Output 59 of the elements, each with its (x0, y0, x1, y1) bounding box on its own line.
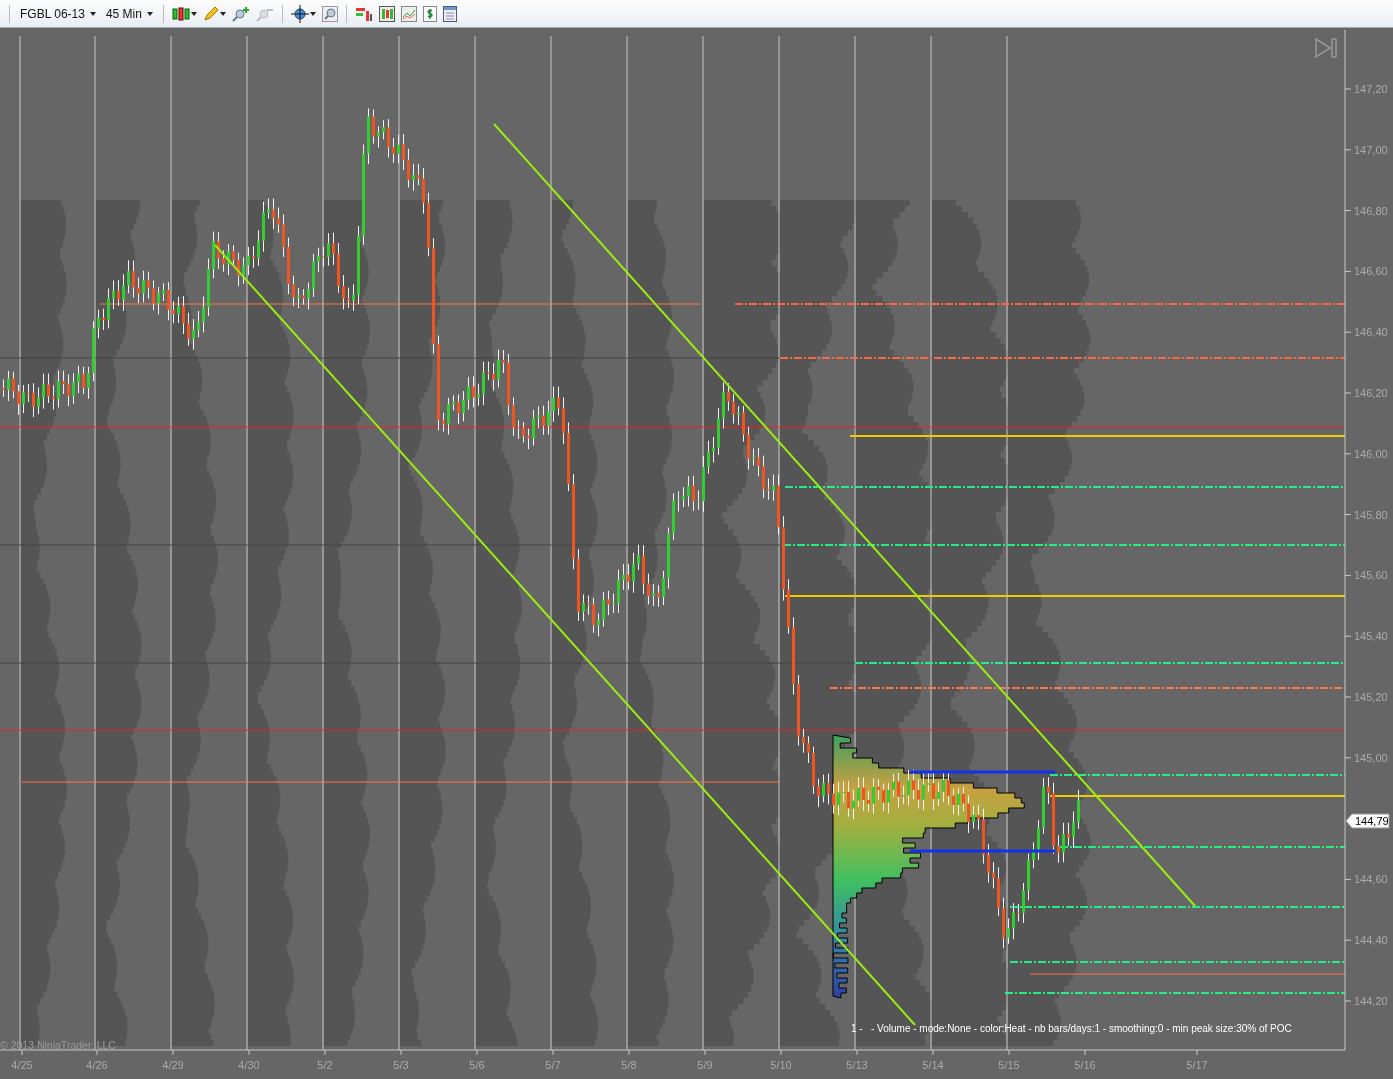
price-tick-label: 145,40 (1354, 630, 1388, 643)
crosshair-icon (290, 4, 309, 23)
price-tick-label: 145,80 (1354, 508, 1388, 521)
price-tick-label: 146,60 (1354, 265, 1388, 278)
document-icon (442, 5, 457, 22)
time-tick-label: 4/26 (86, 1059, 108, 1071)
time-tick-label: 5/3 (393, 1059, 409, 1071)
time-tick-label: 5/16 (1074, 1059, 1096, 1071)
line-chart-button[interactable] (399, 4, 418, 23)
time-tick-label: 5/10 (770, 1059, 792, 1071)
time-tick-label: 5/8 (621, 1059, 637, 1071)
time-tick-label: 5/7 (545, 1059, 561, 1071)
orders-button[interactable] (421, 4, 438, 23)
zoom-box-button[interactable] (320, 4, 339, 23)
time-tick-label: 4/29 (162, 1059, 184, 1071)
strategies-button[interactable] (377, 4, 396, 23)
chart-style-button[interactable] (170, 4, 198, 23)
time-tick-label: 5/14 (922, 1059, 944, 1071)
caret-icon (190, 11, 197, 16)
price-tick-label: 144,20 (1354, 995, 1388, 1007)
price-tick-label: 147,00 (1354, 143, 1388, 156)
time-tick-label: 5/6 (469, 1059, 485, 1071)
properties-button[interactable] (441, 4, 458, 23)
bars-icon (354, 5, 373, 22)
dollar-icon (422, 5, 437, 22)
time-tick-label: 5/13 (846, 1059, 868, 1071)
zoom-in-button[interactable] (230, 4, 251, 23)
indicator-label: 1 - - Volume - mode:None - color:Heat - nb bars/days:1 - smoothing:0 - min peak size:30% of POC (851, 1023, 1292, 1034)
interval-dropdown[interactable]: 45 Min (102, 4, 156, 23)
time-tick-label: 4/30 (238, 1059, 260, 1071)
candlestick-icon (378, 5, 395, 22)
zoom-in-icon (231, 5, 250, 22)
price-tick-label: 146,40 (1354, 326, 1388, 339)
caret-icon (309, 11, 316, 16)
time-tick-label: 5/2 (317, 1059, 333, 1071)
time-tick-label: 4/25 (11, 1059, 33, 1071)
price-tick-label: 145,60 (1354, 569, 1388, 582)
time-tick-label: 5/9 (697, 1059, 713, 1071)
time-tick-label: 5/17 (1186, 1059, 1208, 1071)
price-tick-label: 144,40 (1354, 934, 1388, 947)
magnifier-icon (321, 5, 338, 22)
line-chart-icon (400, 5, 417, 22)
caret-icon (146, 11, 153, 16)
candlestick-icon (171, 5, 190, 22)
price-tick-label: 144,60 (1354, 873, 1388, 886)
price-tick-label: 146,20 (1354, 387, 1388, 399)
pencil-icon (202, 5, 219, 22)
time-tick-label: 5/15 (998, 1059, 1020, 1071)
price-tick-label: 145,20 (1354, 691, 1388, 703)
drawing-tools-button[interactable] (201, 4, 227, 23)
price-tick-label: 145,00 (1354, 751, 1388, 764)
caret-icon (89, 11, 96, 16)
instrument-dropdown[interactable]: FGBL 06-13 (17, 4, 99, 23)
crosshair-button[interactable] (289, 3, 317, 24)
price-tick-label: 146,00 (1354, 447, 1388, 460)
price-tick-label: 146,80 (1354, 204, 1388, 217)
caret-icon (219, 11, 226, 16)
price-tick-label: 147,20 (1354, 83, 1388, 95)
last-price-label: 144,79 (1345, 813, 1390, 829)
